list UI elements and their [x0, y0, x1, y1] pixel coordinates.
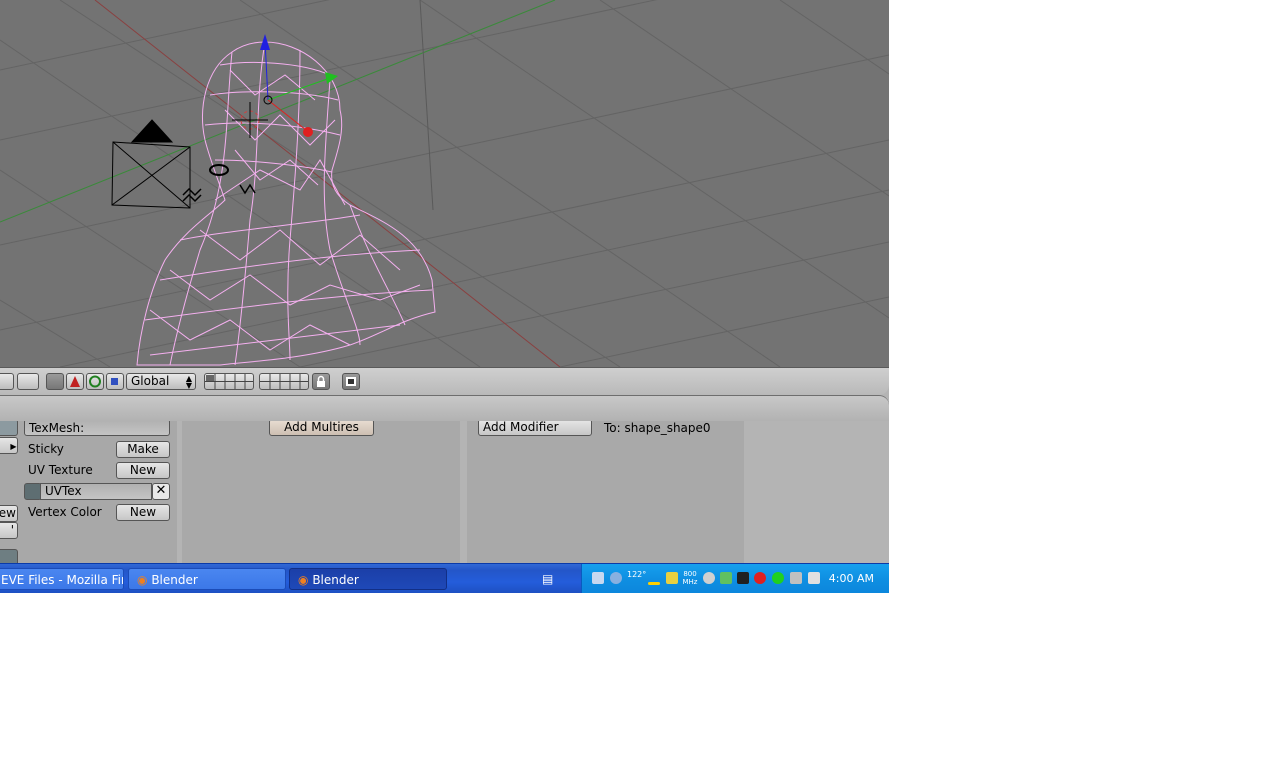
z-axis-line — [419, 0, 434, 211]
scale-icon[interactable] — [106, 373, 124, 390]
orientation-select[interactable]: Global ▲ ▼ — [126, 373, 196, 390]
lock-icon[interactable] — [312, 373, 330, 390]
taskbar-item-blender-1[interactable]: ◉ Blender — [128, 568, 286, 590]
status-green-icon[interactable] — [772, 572, 784, 584]
edge-new-button[interactable]: ew — [0, 505, 18, 522]
layer-grid-icon — [260, 374, 308, 389]
show-desktop-icon[interactable]: ▤ — [542, 572, 558, 586]
texmesh-label: TexMesh: — [29, 421, 85, 435]
vertexcolor-label: Vertex Color — [28, 505, 102, 519]
speaker-icon[interactable] — [703, 572, 715, 584]
uvtex-delete-button[interactable]: ✕ — [152, 483, 170, 500]
y-axis-line — [0, 0, 556, 223]
sticky-make-button[interactable]: Make — [116, 441, 170, 458]
manipulator-hand-icon[interactable] — [46, 373, 64, 390]
sticky-label: Sticky — [28, 442, 64, 456]
layer-grid-icon — [205, 374, 253, 389]
close-icon: ✕ — [155, 483, 167, 498]
3d-view-header: Global ▲ ▼ — [0, 367, 889, 395]
lamp-object — [209, 164, 229, 176]
mesh-panel: ▶ TexMesh: Sticky Make UV Texture New UV… — [0, 421, 177, 563]
windows-taskbar: EVE Files - Mozilla Fire... ◉ Blender ◉ … — [0, 563, 889, 593]
safely-remove-icon[interactable] — [808, 572, 820, 584]
buttons-window-header — [0, 395, 889, 422]
updown-arrow-icon: ▲ ▼ — [185, 374, 192, 390]
system-tray: 122° 800 MHz 4:00 AM — [581, 564, 889, 593]
clock[interactable]: 4:00 AM — [829, 572, 874, 585]
texmesh-field[interactable]: TexMesh: — [24, 421, 170, 436]
mode-toggle-button[interactable] — [17, 373, 39, 390]
blender-icon: ◉ — [137, 573, 148, 587]
flag-icon[interactable] — [666, 572, 678, 584]
uvtexture-new-button[interactable]: New — [116, 462, 170, 479]
edge-button-2[interactable]: ' — [0, 522, 18, 539]
antivirus-icon[interactable] — [754, 572, 766, 584]
3d-viewport[interactable] — [0, 0, 889, 367]
bust-wireframe-mesh — [136, 41, 436, 366]
task-label: EVE Files - Mozilla Fire... — [1, 573, 123, 587]
square-icon — [111, 378, 118, 385]
multires-panel: Add Multires — [182, 421, 460, 563]
modifiers-panel: Add Modifier To: shape_shape0 — [467, 421, 744, 563]
battery-icon[interactable] — [648, 582, 660, 585]
transform-manipulator — [260, 34, 338, 137]
task-label: Blender — [151, 573, 198, 587]
uvtex-name: UVTex — [45, 484, 82, 498]
phone-icon[interactable] — [737, 572, 749, 584]
layer-buttons-2[interactable] — [259, 373, 309, 390]
render-icon[interactable] — [342, 373, 360, 390]
padlock-icon — [317, 375, 325, 387]
orientation-value: Global — [131, 374, 170, 388]
wireless-icon[interactable] — [610, 572, 622, 584]
buttons-window: ▶ TexMesh: Sticky Make UV Texture New UV… — [0, 421, 889, 563]
scroll-arrow-button[interactable]: ▶ — [0, 437, 18, 454]
camera-object — [111, 119, 191, 209]
add-multires-button[interactable]: Add Multires — [269, 421, 374, 436]
panel-tab-bottom[interactable] — [0, 549, 18, 563]
updates-icon[interactable] — [720, 572, 732, 584]
viewport-scene — [0, 0, 889, 367]
uvtexture-label: UV Texture — [28, 463, 93, 477]
vertexcolor-new-button[interactable]: New — [116, 504, 170, 521]
x-axis-line — [94, 0, 561, 367]
layer-buttons-1[interactable] — [204, 373, 254, 390]
image-icon — [346, 377, 356, 386]
taskbar-item-firefox[interactable]: EVE Files - Mozilla Fire... — [0, 568, 124, 590]
circle-icon — [89, 375, 101, 388]
view-menu-button[interactable] — [0, 373, 14, 390]
blender-window: Global ▲ ▼ ▶ TexMesh: Sticky Make UV Tex… — [0, 0, 889, 593]
blender-icon: ◉ — [298, 573, 309, 587]
floor-grid — [0, 0, 889, 367]
taskbar-item-blender-2[interactable]: ◉ Blender — [289, 568, 447, 590]
add-modifier-button[interactable]: Add Modifier — [478, 421, 592, 436]
rotate-icon[interactable] — [86, 373, 104, 390]
temperature-readout[interactable]: 122° — [627, 570, 646, 579]
cpu-speed-readout[interactable]: 800 MHz — [680, 570, 700, 586]
modifier-target-label: To: shape_shape0 — [604, 421, 711, 435]
uvtex-name-field[interactable]: UVTex — [40, 483, 152, 500]
display-icon[interactable] — [790, 572, 802, 584]
panel-tab[interactable] — [0, 421, 18, 436]
triangle-icon — [70, 376, 80, 387]
network-icon[interactable] — [592, 572, 604, 584]
translate-icon[interactable] — [66, 373, 84, 390]
task-label: Blender — [312, 573, 359, 587]
